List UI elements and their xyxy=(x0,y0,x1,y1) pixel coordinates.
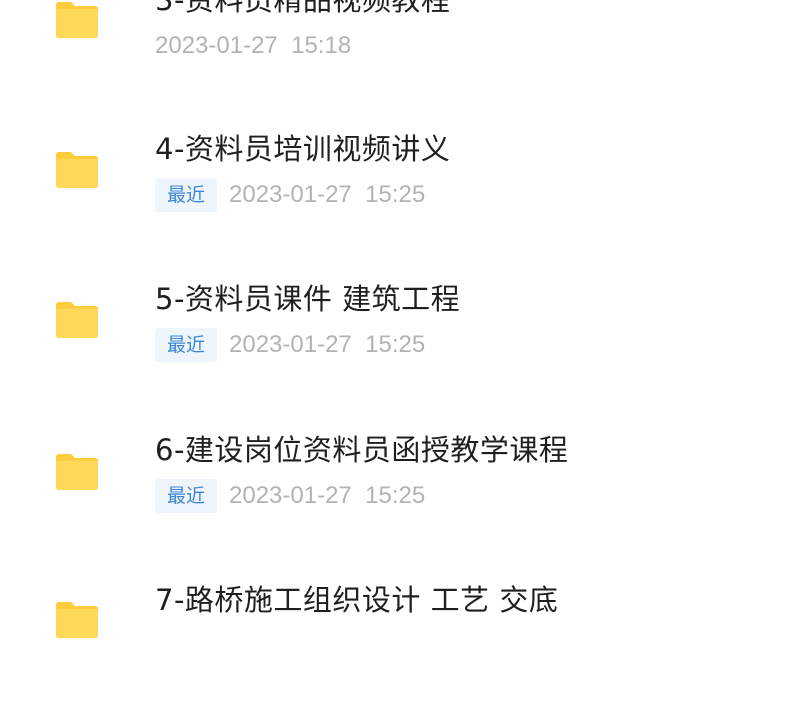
recent-badge: 最近 xyxy=(155,328,218,362)
file-meta: 最近 2023-01-27 15:25 xyxy=(155,178,425,214)
file-timestamp: 2023-01-27 15:18 xyxy=(155,32,352,59)
file-name: 3-资料员精品视频教程 xyxy=(155,0,451,17)
file-row-7[interactable]: 7-路桥施工组织设计 工艺 交底 xyxy=(0,560,800,710)
file-meta: 最近 2023-01-27 15:25 xyxy=(155,479,425,515)
file-name: 6-建设岗位资料员函授教学课程 xyxy=(155,433,569,467)
folder-icon xyxy=(53,600,101,640)
file-timestamp: 2023-01-27 15:25 xyxy=(229,331,426,358)
folder-icon xyxy=(53,150,101,190)
folder-icon xyxy=(53,452,101,492)
file-meta: 2023-01-27 15:18 xyxy=(155,29,351,65)
file-name: 5-资料员课件 建筑工程 xyxy=(155,282,461,316)
file-row-4[interactable]: 4-资料员培训视频讲义 最近 2023-01-27 15:25 xyxy=(0,110,800,260)
folder-icon xyxy=(53,300,101,340)
file-row-3[interactable]: 3-资料员精品视频教程 2023-01-27 15:18 xyxy=(0,0,800,110)
folder-icon xyxy=(53,0,101,40)
file-name: 7-路桥施工组织设计 工艺 交底 xyxy=(155,583,559,617)
file-row-6[interactable]: 6-建设岗位资料员函授教学课程 最近 2023-01-27 15:25 xyxy=(0,410,800,560)
file-meta: 最近 2023-01-27 15:25 xyxy=(155,328,425,364)
file-name: 4-资料员培训视频讲义 xyxy=(155,132,451,166)
recent-badge: 最近 xyxy=(155,479,218,513)
recent-badge: 最近 xyxy=(155,178,218,212)
file-timestamp: 2023-01-27 15:25 xyxy=(229,181,426,208)
file-list: 3-资料员精品视频教程 2023-01-27 15:18 4-资料员培训视频讲义… xyxy=(0,0,800,638)
file-row-5[interactable]: 5-资料员课件 建筑工程 最近 2023-01-27 15:25 xyxy=(0,260,800,410)
file-timestamp: 2023-01-27 15:25 xyxy=(229,482,426,509)
